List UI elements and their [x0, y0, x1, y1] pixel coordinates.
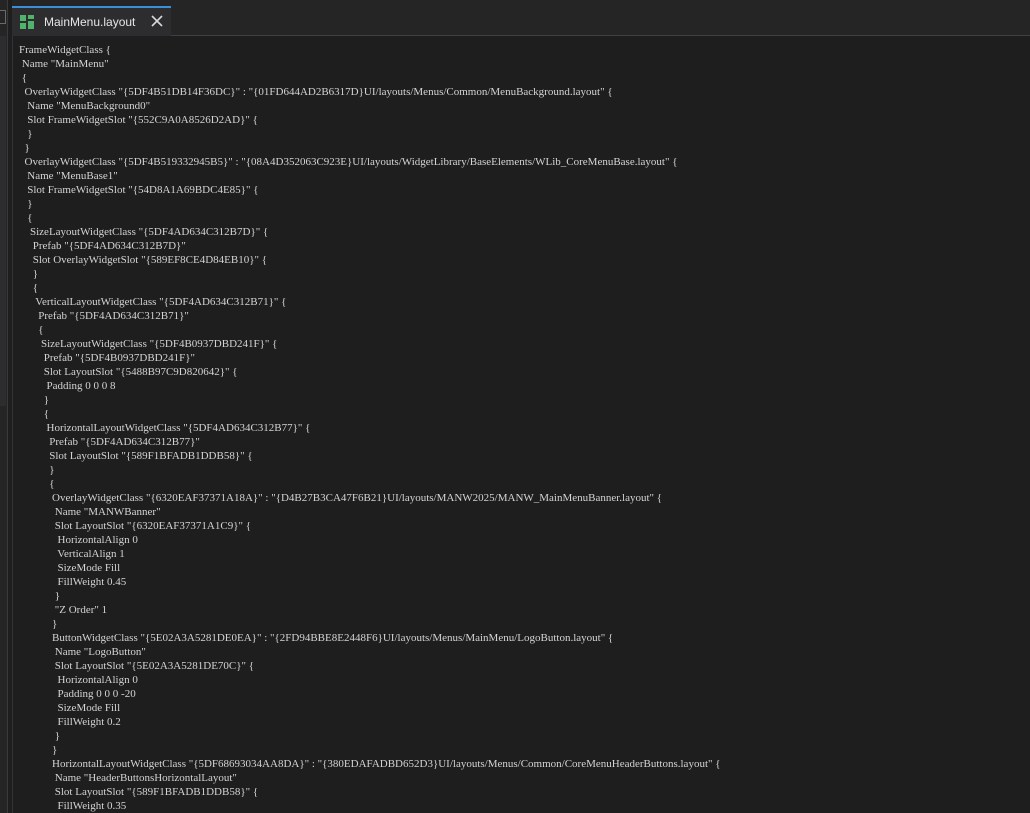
code-line: {	[19, 478, 55, 490]
code-line: HorizontalLayoutWidgetClass "{5DF6869303…	[19, 758, 721, 770]
code-line: Name "MenuBase1"	[19, 170, 118, 182]
code-line: Slot LayoutSlot "{5488B97C9D820642}" {	[19, 366, 238, 378]
panel-edge-strip	[0, 36, 6, 406]
editor-window: MainMenu.layout FrameWidgetClass { Name …	[0, 0, 1030, 813]
code-line: Prefab "{5DF4AD634C312B7D}"	[19, 240, 186, 252]
code-line: FrameWidgetClass {	[19, 44, 111, 56]
code-line: Slot FrameWidgetSlot "{54D8A1A69BDC4E85}…	[19, 184, 259, 196]
code-line: Slot LayoutSlot "{6320EAF37371A1C9}" {	[19, 520, 251, 532]
tab-label: MainMenu.layout	[44, 15, 136, 29]
code-line: HorizontalAlign 0	[19, 534, 138, 546]
code-line: Prefab "{5DF4B0937DBD241F}"	[19, 352, 195, 364]
code-lines: FrameWidgetClass { Name "MainMenu" { Ove…	[19, 43, 721, 813]
code-line: VerticalLayoutWidgetClass "{5DF4AD634C31…	[19, 296, 287, 308]
code-line: {	[19, 212, 33, 224]
layout-grid-icon	[20, 15, 34, 29]
code-line: }	[19, 744, 58, 756]
code-line: Name "LogoButton"	[19, 646, 146, 658]
code-line: {	[19, 72, 28, 84]
code-line: Prefab "{5DF4AD634C312B71}"	[19, 310, 189, 322]
panel-edge-marker	[0, 10, 6, 24]
code-line: Prefab "{5DF4AD634C312B77}"	[19, 436, 200, 448]
code-line: HorizontalLayoutWidgetClass "{5DF4AD634C…	[19, 422, 311, 434]
tab-mainmenu-layout[interactable]: MainMenu.layout	[12, 6, 171, 36]
code-line: }	[19, 268, 39, 280]
code-line: Name "MANWBanner"	[19, 506, 161, 518]
code-line: Padding 0 0 0 -20	[19, 688, 136, 700]
code-line: Slot LayoutSlot "{5E02A3A5281DE70C}" {	[19, 660, 255, 672]
code-line: OverlayWidgetClass "{6320EAF37371A18A}" …	[19, 492, 663, 504]
code-line: FillWeight 0.2	[19, 716, 121, 728]
code-line: }	[19, 464, 55, 476]
code-line: HorizontalAlign 0	[19, 674, 138, 686]
code-line: }	[19, 394, 50, 406]
code-line: Name "HeaderButtonsHorizontalLayout"	[19, 772, 237, 784]
code-line: FillWeight 0.35	[19, 800, 127, 812]
tab-bar: MainMenu.layout	[12, 0, 1030, 36]
close-icon[interactable]	[148, 12, 166, 30]
code-line: ButtonWidgetClass "{5E02A3A5281DE0EA}" :…	[19, 632, 614, 644]
code-line: OverlayWidgetClass "{5DF4B51DB14F36DC}" …	[19, 86, 613, 98]
code-line: VerticalAlign 1	[19, 548, 125, 560]
code-line: Slot LayoutSlot "{589F1BFADB1DDB58}" {	[19, 786, 259, 798]
code-line: "Z Order" 1	[19, 604, 108, 616]
code-line: {	[19, 282, 39, 294]
code-line: }	[19, 198, 33, 210]
code-line: SizeLayoutWidgetClass "{5DF4B0937DBD241F…	[19, 338, 278, 350]
code-line: Slot FrameWidgetSlot "{552C9A0A8526D2AD}…	[19, 114, 258, 126]
code-line: }	[19, 590, 61, 602]
code-line: OverlayWidgetClass "{5DF4B519332945B5}" …	[19, 156, 678, 168]
code-line: Slot LayoutSlot "{589F1BFADB1DDB58}" {	[19, 450, 253, 462]
code-line: FillWeight 0.45	[19, 576, 127, 588]
code-line: }	[19, 142, 30, 154]
code-line: Name "MenuBackground0"	[19, 100, 151, 112]
code-line: }	[19, 730, 61, 742]
code-line: {	[19, 324, 44, 336]
code-line: Slot OverlayWidgetSlot "{589EF8CE4D84EB1…	[19, 254, 268, 266]
code-line: Padding 0 0 0 8	[19, 380, 116, 392]
code-line: }	[19, 618, 58, 630]
code-line: }	[19, 128, 33, 140]
code-line: SizeMode Fill	[19, 562, 121, 574]
code-editor[interactable]: FrameWidgetClass { Name "MainMenu" { Ove…	[12, 36, 1030, 813]
code-line: SizeLayoutWidgetClass "{5DF4AD634C312B7D…	[19, 226, 269, 238]
code-line: Name "MainMenu"	[19, 58, 109, 70]
code-line: SizeMode Fill	[19, 702, 121, 714]
left-panel-edge	[0, 0, 8, 813]
code-line: {	[19, 408, 50, 420]
